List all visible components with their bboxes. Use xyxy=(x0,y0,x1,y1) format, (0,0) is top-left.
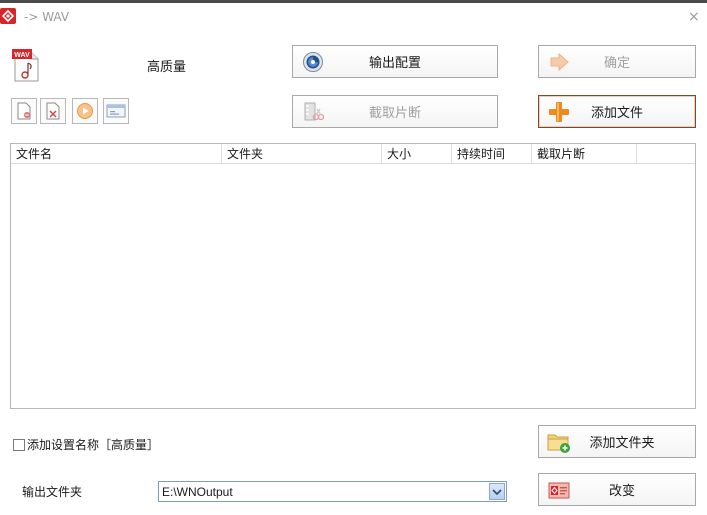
arrow-right-icon xyxy=(539,52,579,72)
remove-file-icon xyxy=(17,102,31,120)
column-header-trim[interactable]: 截取片断 xyxy=(532,144,637,164)
close-button[interactable]: × xyxy=(688,9,700,25)
file-list-header: 文件名 文件夹 大小 持续时间 截取片断 xyxy=(11,144,695,164)
column-header-duration[interactable]: 持续时间 xyxy=(452,144,532,164)
film-scissors-icon xyxy=(293,101,333,123)
output-config-label: 输出配置 xyxy=(368,56,421,71)
column-header-folder[interactable]: 文件夹 xyxy=(222,144,382,164)
wav-format-icon: WAV xyxy=(11,48,41,82)
trim-label: 截取片断 xyxy=(368,106,421,121)
clear-list-icon xyxy=(46,102,60,120)
confirm-button[interactable]: 确定 xyxy=(538,45,696,78)
output-folder-select[interactable]: E:\WNOutput xyxy=(158,481,507,502)
file-info-tool-button[interactable] xyxy=(103,98,129,124)
output-folder-value: E:\WNOutput xyxy=(162,484,233,499)
chevron-down-icon[interactable] xyxy=(489,483,505,500)
column-header-empty xyxy=(637,144,695,164)
folder-change-icon xyxy=(539,479,579,501)
info-window-icon xyxy=(106,104,126,118)
trim-button[interactable]: 截取片断 xyxy=(292,95,498,128)
column-header-size[interactable]: 大小 xyxy=(382,144,452,164)
quality-label: 高质量 xyxy=(147,60,187,75)
window-title: -> WAV xyxy=(24,10,70,24)
top-border xyxy=(0,0,707,3)
add-file-button[interactable]: 添加文件 xyxy=(538,95,696,128)
output-folder-label: 输出文件夹 xyxy=(22,485,83,499)
output-config-button[interactable]: 输出配置 xyxy=(292,45,498,78)
settings-gear-icon xyxy=(293,51,333,73)
play-icon xyxy=(77,103,93,119)
add-folder-label: 添加文件夹 xyxy=(589,436,655,451)
column-header-filename[interactable]: 文件名 xyxy=(11,144,222,164)
file-list[interactable]: 文件名 文件夹 大小 持续时间 截取片断 xyxy=(10,143,696,409)
add-setting-name-checkbox[interactable] xyxy=(13,438,25,451)
remove-file-tool-button[interactable] xyxy=(11,98,37,124)
app-logo-icon xyxy=(0,8,16,24)
add-folder-button[interactable]: 添加文件夹 xyxy=(538,425,696,458)
clear-list-tool-button[interactable] xyxy=(40,98,66,124)
folder-add-icon xyxy=(539,430,579,454)
plus-icon xyxy=(539,100,579,124)
wav-badge-text: WAV xyxy=(14,52,30,59)
change-button[interactable]: 改变 xyxy=(538,473,696,506)
play-tool-button[interactable] xyxy=(72,98,98,124)
change-label: 改变 xyxy=(608,484,635,499)
add-file-label: 添加文件 xyxy=(590,106,643,121)
add-setting-name-option[interactable]: 添加设置名称［高质量］ xyxy=(13,436,159,453)
add-setting-name-label: 添加设置名称［高质量］ xyxy=(27,438,160,452)
confirm-label: 确定 xyxy=(603,56,630,71)
